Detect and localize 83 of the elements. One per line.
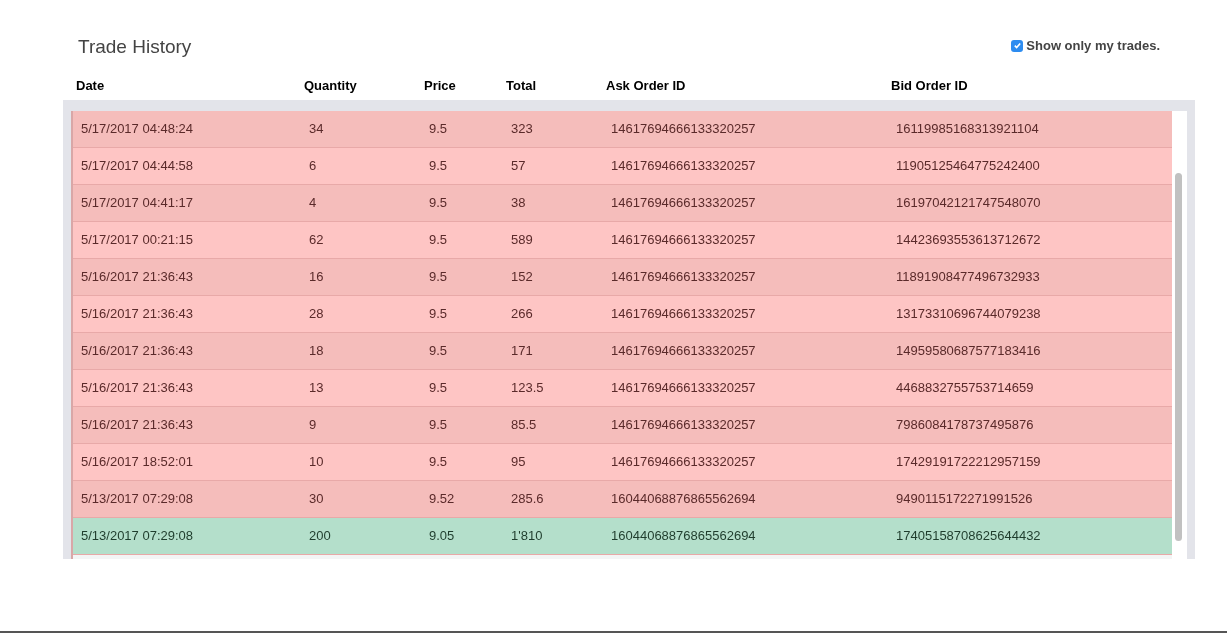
table-cell: 7986084178737495876: [896, 417, 1034, 433]
table-cell: 14617694666133320257: [611, 380, 756, 396]
checkbox[interactable]: [1011, 39, 1024, 52]
table-cell: 57: [511, 158, 526, 174]
scrollbar-thumb[interactable]: [1175, 173, 1182, 541]
table-cell: 5/16/2017 21:36:43: [81, 417, 194, 433]
table-cell: 62: [309, 232, 324, 248]
table-cell: 5/16/2017 21:36:43: [81, 306, 194, 322]
table-cell: 5/17/2017 04:48:24: [81, 121, 194, 137]
table-cell: 16119985168313921104: [896, 121, 1039, 137]
table-cell: 95: [511, 454, 526, 470]
table-cell: 17405158708625644432: [896, 528, 1041, 544]
table-cell: 5/16/2017 21:36:43: [81, 380, 194, 396]
table-cell: 5/16/2017 21:36:43: [81, 343, 194, 359]
column-header: Price: [424, 77, 457, 96]
table-cell: 589: [511, 232, 533, 248]
table-cell: 6: [309, 158, 317, 174]
table-cell: 38: [511, 195, 526, 211]
table-cell: 171: [511, 343, 533, 359]
table-cell: 16044068876865562694: [611, 528, 756, 544]
table-cell: 34: [309, 121, 324, 137]
section-title: Trade History: [78, 35, 192, 59]
table-cell: 14617694666133320257: [611, 269, 756, 285]
column-header: Bid Order ID: [891, 77, 969, 96]
table-cell: 9.5: [429, 269, 448, 285]
table-cell: 14617694666133320257: [611, 417, 756, 433]
table-cell: 14617694666133320257: [611, 454, 756, 470]
table-cell: 18: [309, 343, 324, 359]
table-cell: 200: [309, 528, 331, 544]
table-cell: 30: [309, 491, 324, 507]
table-cell: 28: [309, 306, 324, 322]
table-cell: 14959580687577183416: [896, 343, 1041, 359]
column-header: Date: [76, 77, 106, 96]
show-my-trades-checkbox[interactable]: Show only my trades.: [1011, 36, 1160, 56]
table-cell: 323: [511, 121, 533, 137]
table-cell: 10: [309, 454, 324, 470]
table-cell: 9.5: [429, 306, 448, 322]
table-cell: 266: [511, 306, 533, 322]
table-cell: 14617694666133320257: [611, 343, 756, 359]
table-cell: 9.05: [429, 528, 455, 544]
table-cell: 5/13/2017 07:29:08: [81, 528, 194, 544]
table-cell: 285.6: [511, 491, 544, 507]
table-cell: 13173310696744079238: [896, 306, 1041, 322]
table-cell: 16: [309, 269, 324, 285]
table-cell: 9.52: [429, 491, 455, 507]
table-cell: 16044068876865562694: [611, 491, 756, 507]
table-cell: 9.5: [429, 195, 448, 211]
table-cell: 14423693553613712672: [896, 232, 1041, 248]
table-cell: 5/17/2017 00:21:15: [81, 232, 194, 248]
column-header: Ask Order ID: [606, 77, 687, 96]
table-cell: 5/16/2017 18:52:01: [81, 454, 194, 470]
column-header: Quantity: [304, 77, 358, 96]
table-cell: 11905125464775242400: [896, 158, 1040, 174]
table-cell: 9.5: [429, 454, 448, 470]
table-cell: 9.5: [429, 343, 448, 359]
table-cell: 9.5: [429, 380, 448, 396]
column-header: Total: [506, 77, 538, 96]
table-cell: 85.5: [511, 417, 537, 433]
table-cell: 14617694666133320257: [611, 195, 756, 211]
table-cell: 9.5: [429, 232, 448, 248]
table-cell: 152: [511, 269, 533, 285]
table-cell: 9: [309, 417, 317, 433]
table-cell: 14617694666133320257: [611, 232, 756, 248]
table-cell: 5/13/2017 07:29:08: [81, 491, 194, 507]
checkmark-icon: [1012, 41, 1022, 51]
table-cell: 123.5: [511, 380, 544, 396]
table-cell: 14617694666133320257: [611, 121, 756, 137]
table-cell: 13: [309, 380, 324, 396]
table-cell: 9.5: [429, 158, 448, 174]
table-cell: 5/17/2017 04:44:58: [81, 158, 194, 174]
table-cell: 14617694666133320257: [611, 158, 756, 174]
table-cell: 14617694666133320257: [611, 306, 756, 322]
table-cell: 4: [309, 195, 317, 211]
table-cell: 9.5: [429, 121, 448, 137]
table-cell: 16197042121747548070: [896, 195, 1041, 211]
table-cell: 11891908477496732933: [896, 269, 1040, 285]
table-cell: 1'810: [511, 528, 543, 544]
table-cell: 17429191722212957159: [896, 454, 1041, 470]
table-cell: 9490115172271991526: [896, 491, 1033, 507]
table-cell: 5/16/2017 21:36:43: [81, 269, 194, 285]
table-cell: 5/17/2017 04:41:17: [81, 195, 194, 211]
table-cell: 9.5: [429, 417, 448, 433]
table-cell: 4468832755753714659: [896, 380, 1034, 396]
